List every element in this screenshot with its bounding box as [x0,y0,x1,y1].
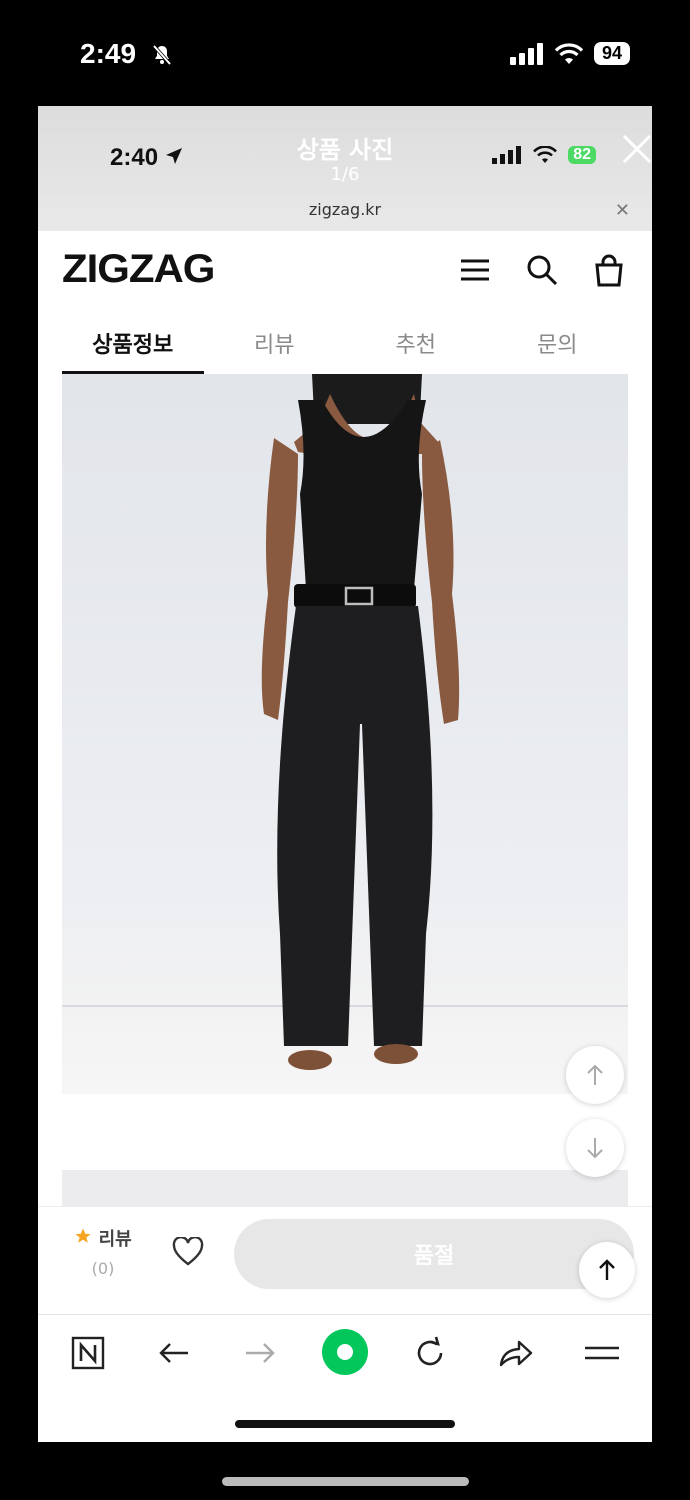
url-bar[interactable]: zigzag.kr ✕ [38,200,652,230]
scroll-up-button[interactable] [566,1046,624,1104]
hamburger-menu-icon[interactable] [582,1333,622,1373]
browser-toolbar [38,1314,652,1395]
naver-n-icon[interactable] [68,1333,108,1373]
review-summary[interactable]: 리뷰 (0) [68,1225,138,1278]
battery-indicator: 94 [593,42,630,65]
review-count: (0) [91,1259,115,1278]
green-dot-icon[interactable] [322,1329,368,1375]
heart-icon[interactable] [172,1237,204,1267]
photo-counter: 1/6 [330,164,360,185]
inner-battery: 82 [568,146,596,164]
inner-status-icons: 82 [492,146,596,164]
menu-icon[interactable] [458,253,492,287]
search-icon[interactable] [525,253,559,287]
inner-home-indicator [235,1420,455,1428]
arrow-up-icon [587,1064,603,1085]
shopping-bag-icon[interactable] [592,253,626,287]
tab-recommend[interactable]: 추천 [345,323,487,374]
url-close-icon[interactable]: ✕ [615,200,630,221]
outer-status-bar: 2:49 94 [0,0,690,106]
share-icon[interactable] [496,1333,536,1373]
forward-arrow-icon[interactable] [240,1333,280,1373]
model-figure [62,374,628,1070]
purchase-action-bar: 리뷰 (0) 품절 [38,1206,652,1317]
back-arrow-icon[interactable] [154,1333,194,1373]
tab-inquiry[interactable]: 문의 [487,323,629,374]
wifi-icon [554,42,584,64]
bell-off-icon [152,44,172,66]
second-photo [62,1170,628,1210]
outer-home-indicator [222,1477,469,1486]
url-text: zigzag.kr [308,200,382,219]
product-photo [62,374,628,1094]
product-tabs: 상품정보 리뷰 추천 문의 [62,323,628,374]
inner-wifi-icon [533,146,558,163]
tab-product-info[interactable]: 상품정보 [62,323,204,374]
star-icon [75,1228,91,1243]
arrow-up-top-icon [599,1259,615,1280]
viewer-header: 2:40 상품 사진 1/6 82 zigzag.kr ✕ [38,106,652,231]
site-header: ZIGZAG 상품정보 리뷰 추천 문의 [38,231,652,374]
zigzag-logo[interactable]: ZIGZAG [62,247,215,292]
refresh-icon[interactable] [410,1333,450,1373]
scroll-down-button[interactable] [566,1119,624,1177]
scroll-top-button[interactable] [579,1242,635,1298]
outer-clock: 2:49 [80,38,137,69]
close-icon[interactable] [622,134,652,164]
review-label-row: 리뷰 [68,1225,138,1251]
arrow-down-icon [587,1138,603,1159]
screenshot-viewer: 2:40 상품 사진 1/6 82 zigzag.kr ✕ ZIGZAG 상품정… [38,106,652,1442]
signal-icon [509,42,543,65]
tab-reviews[interactable]: 리뷰 [204,323,346,374]
inner-signal-icon [492,146,522,164]
soldout-button[interactable]: 품절 [234,1219,634,1289]
